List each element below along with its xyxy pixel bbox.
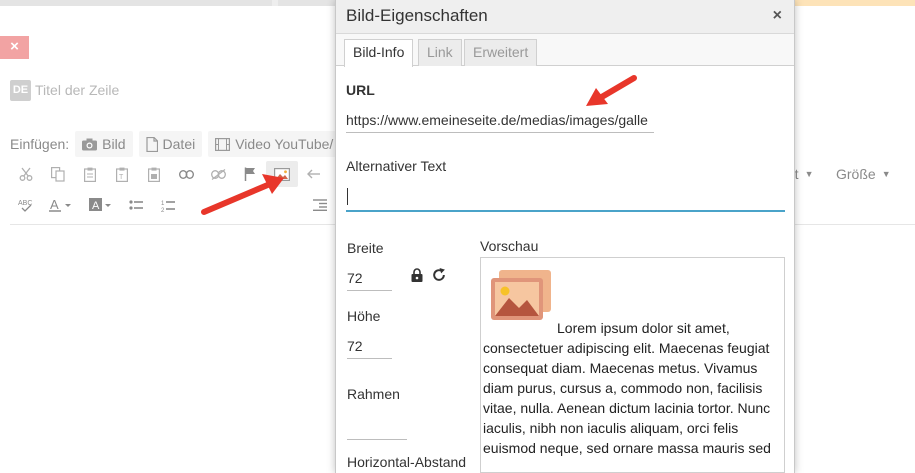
indent-button[interactable] (304, 192, 336, 218)
tab-link[interactable]: Link (418, 39, 462, 66)
undo-icon (307, 169, 320, 178)
undo-button[interactable] (298, 161, 330, 187)
image-button[interactable] (266, 161, 298, 187)
dialog-tabs: Bild-Info Link Erweitert (336, 34, 794, 67)
preview-content: Lorem ipsum dolor sit amet, consectetuer… (483, 268, 780, 458)
border-label: Rahmen (347, 386, 400, 402)
bulleted-list-icon (129, 200, 143, 210)
image-icon (491, 270, 551, 320)
alt-text-label: Alternativer Text (346, 158, 447, 174)
paste-button[interactable] (74, 161, 106, 187)
insert-video-label: Video YouTube/ (235, 136, 334, 152)
dialog-header: Bild-Eigenschaften × (336, 0, 794, 34)
tab-advanced[interactable]: Erweitert (464, 39, 538, 66)
link-icon (178, 169, 194, 179)
background-color-icon: A (89, 198, 111, 212)
numbered-list-button[interactable]: 12 (152, 192, 184, 218)
dialog-title: Bild-Eigenschaften (346, 6, 488, 25)
size-dropdown-label: Größe (836, 166, 876, 182)
image-properties-dialog: Bild-Eigenschaften × Bild-Info Link Erwe… (335, 0, 795, 473)
row-title-placeholder[interactable]: Titel der Zeile (35, 82, 119, 98)
reset-size-icon[interactable] (432, 268, 446, 282)
insert-file-button[interactable]: Datei (138, 131, 203, 157)
unlink-button[interactable] (202, 161, 234, 187)
svg-text:A: A (50, 198, 59, 212)
svg-text:A: A (92, 200, 100, 212)
preview-image (485, 268, 553, 324)
language-badge: DE (10, 79, 31, 101)
cut-button[interactable] (10, 161, 42, 187)
spellcheck-icon: ABC (18, 200, 32, 212)
paste-word-icon (148, 167, 160, 182)
insert-image-button[interactable]: Bild (75, 131, 133, 157)
insert-bar: Einfügen: Bild Datei Video YouTube/ (10, 131, 346, 157)
paste-text-button[interactable]: T (106, 161, 138, 187)
svg-text:2: 2 (161, 208, 165, 212)
preview-label: Vorschau (480, 238, 539, 254)
text-cursor (347, 188, 348, 205)
preview-box: Lorem ipsum dolor sit amet, consectetuer… (480, 257, 785, 473)
border-field[interactable] (347, 418, 407, 440)
insert-label: Einfügen: (10, 136, 70, 152)
bulleted-list-button[interactable] (120, 192, 152, 218)
editor-toolbar-row-1: T (10, 161, 330, 187)
alt-text-field[interactable] (346, 184, 785, 212)
insert-image-label: Bild (102, 136, 126, 152)
numbered-list-icon: 12 (161, 201, 175, 212)
copy-icon (51, 166, 65, 182)
url-field[interactable]: https://www.emeineseite.de/medias/images… (346, 112, 654, 133)
width-label: Breite (347, 240, 384, 256)
text-color-button[interactable]: A (42, 192, 82, 218)
text-color-icon: A (49, 198, 71, 212)
chevron-down-icon: ▼ (881, 169, 891, 179)
anchor-button[interactable] (234, 161, 266, 187)
height-label: Höhe (347, 308, 381, 324)
close-icon[interactable]: × (773, 7, 782, 25)
lock-icon[interactable] (410, 268, 424, 282)
height-field[interactable]: 72 (347, 338, 392, 359)
film-icon (215, 137, 231, 151)
paste-text-icon: T (116, 167, 128, 182)
flag-icon (244, 167, 255, 181)
image-icon (274, 167, 290, 181)
size-dropdown[interactable]: Größe ▼ (836, 161, 891, 187)
tab-image-info[interactable]: Bild-Info (344, 39, 414, 67)
spellcheck-button[interactable]: ABC (10, 192, 42, 218)
row-title: DE Titel der Zeile (10, 79, 119, 101)
insert-video-button[interactable]: Video YouTube/ (208, 131, 341, 157)
scissors-icon (19, 167, 33, 181)
chevron-down-icon: ▼ (804, 169, 814, 179)
indent-icon (313, 199, 327, 211)
page: × DE Titel der Zeile Einfügen: Bild Date… (0, 0, 915, 473)
svg-text:T: T (119, 174, 124, 181)
file-icon (145, 136, 158, 152)
unlink-icon (210, 168, 226, 180)
link-button[interactable] (170, 161, 202, 187)
camera-icon (82, 138, 98, 150)
horizontal-spacing-label: Horizontal-Abstand (347, 454, 467, 470)
copy-button[interactable] (42, 161, 74, 187)
width-field[interactable]: 72 (347, 270, 392, 291)
clipboard-icon (84, 167, 96, 182)
insert-file-label: Datei (162, 136, 196, 152)
remove-row-button[interactable]: × (0, 36, 29, 59)
preview-text: Lorem ipsum dolor sit amet, consectetuer… (483, 320, 771, 456)
svg-text:1: 1 (161, 201, 165, 207)
url-label: URL (346, 82, 375, 98)
background-color-button[interactable]: A (82, 192, 120, 218)
paste-word-button[interactable] (138, 161, 170, 187)
